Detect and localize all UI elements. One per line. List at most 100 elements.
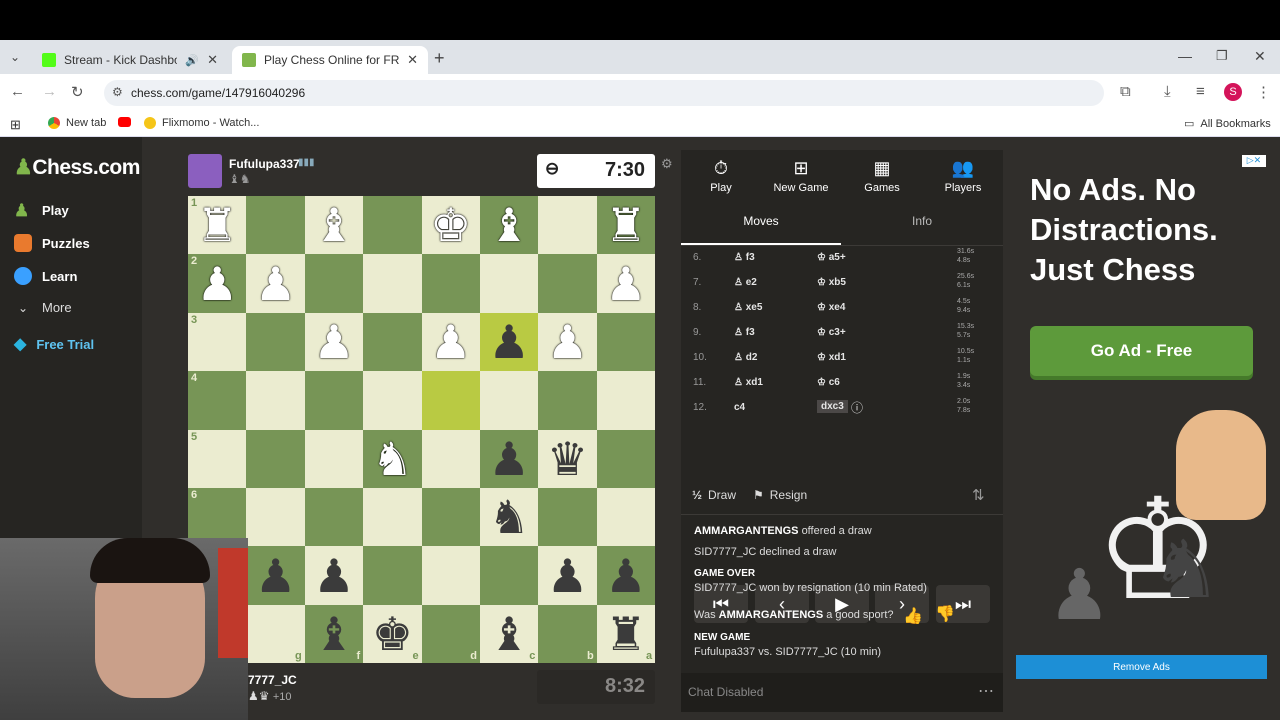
board-square[interactable] xyxy=(304,371,364,430)
resign-button[interactable]: ⚑ Resign xyxy=(753,488,807,502)
board-square[interactable]: d xyxy=(421,604,480,664)
board-square[interactable] xyxy=(304,254,364,313)
sidebar-item-free-trial[interactable]: ◆ Free Trial xyxy=(14,334,94,354)
white-move[interactable]: ♙ e2 xyxy=(734,277,757,288)
white-piece[interactable]: ♟ xyxy=(313,319,354,365)
menu-icon[interactable]: ⋮ xyxy=(1256,83,1271,101)
board-square[interactable]: ♜ 1 xyxy=(188,196,247,255)
white-move[interactable]: ♙ xd1 xyxy=(734,377,763,388)
board-square[interactable] xyxy=(538,254,597,313)
white-piece[interactable]: ♜ xyxy=(197,202,238,248)
board-square[interactable]: ♟ xyxy=(479,429,539,488)
black-move[interactable]: ♔ c3+ xyxy=(817,327,846,338)
board-square[interactable] xyxy=(421,487,480,547)
black-piece[interactable]: ♟ xyxy=(489,319,530,365)
thumbs-down-icon[interactable]: 👎 xyxy=(935,604,955,624)
board-square[interactable] xyxy=(479,371,539,430)
board-square[interactable]: ♟ xyxy=(538,312,597,372)
back-icon[interactable]: ← xyxy=(10,83,25,100)
board-square[interactable]: ♟ 2 xyxy=(188,254,247,313)
board-square[interactable] xyxy=(538,371,597,430)
white-piece[interactable]: ♟ xyxy=(605,261,646,307)
board-square[interactable]: ♜ a xyxy=(596,604,656,664)
board-square[interactable]: 3 xyxy=(188,312,247,372)
board-square[interactable]: ♚ e xyxy=(363,604,422,664)
board-square[interactable]: ♝ xyxy=(479,196,539,255)
subtab-moves[interactable]: Moves xyxy=(681,214,841,228)
board-square[interactable] xyxy=(246,312,305,372)
board-square[interactable] xyxy=(363,487,422,547)
board-square[interactable] xyxy=(246,429,305,488)
media-icon[interactable]: ≡ xyxy=(1196,83,1205,100)
board-square[interactable] xyxy=(479,546,539,605)
black-piece[interactable]: ♞ xyxy=(489,494,530,540)
forward-icon[interactable]: → xyxy=(42,83,57,100)
board-square[interactable] xyxy=(421,371,480,430)
board-square[interactable] xyxy=(421,429,480,488)
chat-username[interactable]: AMMARGANTENGS xyxy=(694,525,799,537)
youtube-icon[interactable] xyxy=(118,117,131,127)
bookmark-new-tab[interactable]: New tab xyxy=(48,117,106,129)
black-move[interactable]: ♔ xe4 xyxy=(817,302,845,313)
board-square[interactable]: ♟ xyxy=(596,546,656,605)
board-square[interactable]: ♚ xyxy=(421,196,480,255)
board-square[interactable] xyxy=(596,487,656,547)
avatar[interactable]: S xyxy=(1224,83,1242,101)
board-square[interactable] xyxy=(304,429,364,488)
white-piece[interactable]: ♞ xyxy=(372,436,413,482)
bottom-player-name[interactable]: 7777_JC xyxy=(248,673,297,687)
black-piece[interactable]: ♟ xyxy=(547,553,588,599)
black-piece[interactable]: ♚ xyxy=(372,611,413,657)
black-piece[interactable]: ♟ xyxy=(489,436,530,482)
board-square[interactable] xyxy=(538,487,597,547)
black-piece[interactable]: ♜ xyxy=(605,611,646,657)
top-player-name[interactable]: Fufulupa337 xyxy=(229,157,300,171)
white-piece[interactable]: ♝ xyxy=(313,202,354,248)
extensions-icon[interactable]: ⧉ xyxy=(1120,83,1131,100)
bookmark-flixmomo[interactable]: Flixmomo - Watch... xyxy=(144,117,259,129)
board-square[interactable]: ♟ xyxy=(538,546,597,605)
board-square[interactable]: ♟ xyxy=(246,546,305,605)
board-square[interactable] xyxy=(538,196,597,255)
board-square[interactable]: ♝ c xyxy=(479,604,539,664)
new-tab-icon[interactable]: + xyxy=(434,48,445,69)
sidebar-item-more[interactable]: ⌄ More xyxy=(14,300,72,315)
board-square[interactable]: ♞ xyxy=(479,487,539,547)
board-square[interactable]: 4 xyxy=(188,371,247,430)
window-close-icon[interactable]: ✕ xyxy=(1254,48,1266,65)
tab-games[interactable]: ▦ Games xyxy=(847,158,917,194)
chess-board[interactable]: ♜1♝♚♝♜♟2♟♟3♟♟♟♟45♞♟♛6♞7♟♟♟♟8hg♝f♚ed♝cb♜a xyxy=(188,196,656,664)
board-square[interactable] xyxy=(596,312,656,372)
black-move[interactable]: ♔ a5+ xyxy=(817,252,846,263)
white-move[interactable]: c4 xyxy=(734,402,745,413)
white-piece[interactable]: ♝ xyxy=(489,202,530,248)
thumbs-up-icon[interactable]: 👍 xyxy=(903,606,923,626)
black-piece[interactable]: ♟ xyxy=(313,553,354,599)
board-square[interactable] xyxy=(479,254,539,313)
subtab-info[interactable]: Info xyxy=(842,214,1002,228)
tab-chess[interactable]: Play Chess Online for FREE - 2 P ✕ xyxy=(232,46,428,74)
all-bookmarks[interactable]: ▭ All Bookmarks xyxy=(1184,117,1271,131)
top-player-avatar[interactable] xyxy=(188,154,222,188)
flip-board-icon[interactable]: ⇅ xyxy=(972,486,985,504)
board-square[interactable]: ♟ xyxy=(304,546,364,605)
board-square[interactable]: g xyxy=(246,604,305,664)
black-move[interactable]: dxc3 xyxy=(817,400,848,413)
board-square[interactable]: ♜ xyxy=(596,196,656,255)
white-move[interactable]: ♙ f3 xyxy=(734,327,755,338)
board-square[interactable] xyxy=(421,546,480,605)
board-square[interactable]: b xyxy=(538,604,597,664)
restore-icon[interactable]: ❐ xyxy=(1216,48,1228,64)
board-square[interactable]: ♟ xyxy=(479,312,539,372)
minimize-icon[interactable]: — xyxy=(1178,48,1192,64)
board-square[interactable] xyxy=(246,487,305,547)
board-square[interactable] xyxy=(363,196,422,255)
reload-icon[interactable]: ↻ xyxy=(71,83,84,101)
chess-logo[interactable]: ♟Chess.com xyxy=(14,155,140,180)
board-square[interactable] xyxy=(363,546,422,605)
draw-button[interactable]: ½ Draw xyxy=(692,488,736,502)
black-piece[interactable]: ♟ xyxy=(255,553,296,599)
board-square[interactable]: ♛ xyxy=(538,429,597,488)
board-square[interactable]: 5 xyxy=(188,429,247,488)
black-move[interactable]: ♔ c6 xyxy=(817,377,840,388)
